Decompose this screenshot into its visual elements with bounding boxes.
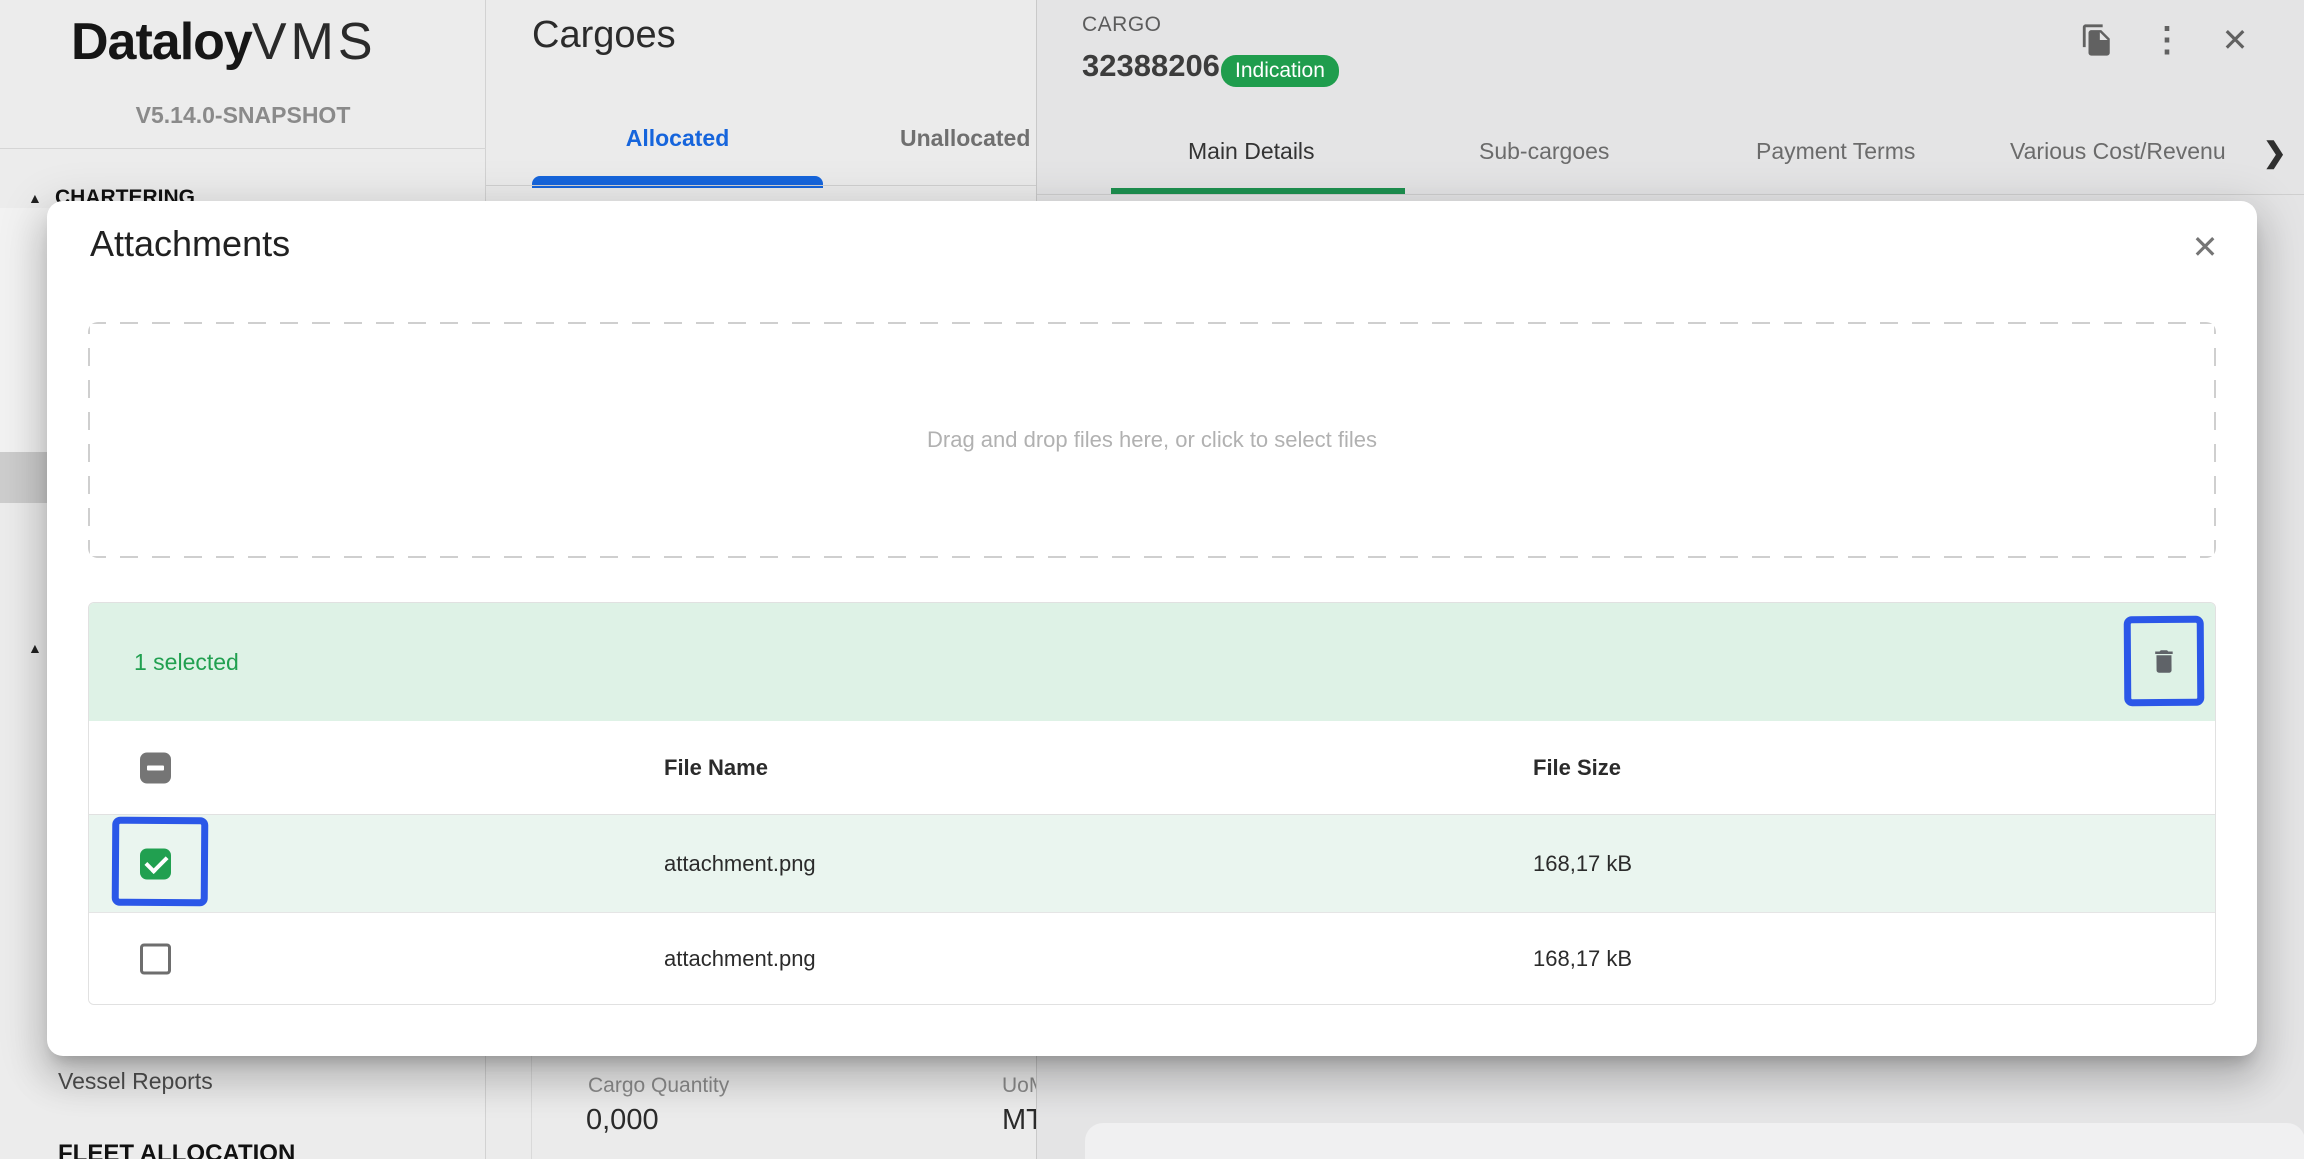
trash-icon — [2149, 644, 2179, 677]
panel-close-button[interactable]: ✕ — [2213, 18, 2257, 62]
logo-secondary: VMS — [252, 13, 377, 71]
selection-count: 1 selected — [134, 649, 239, 676]
tab-sub-cargoes[interactable]: Sub-cargoes — [1479, 138, 1609, 165]
delete-annotation-highlight — [2124, 616, 2205, 707]
tabs-divider — [1037, 194, 2304, 195]
detail-card — [1085, 1123, 2304, 1159]
tab-payment-terms[interactable]: Payment Terms — [1756, 138, 1915, 165]
status-badge: Indication — [1221, 55, 1339, 87]
table-row[interactable]: attachment.png 168,17 kB — [89, 815, 2215, 913]
attachments-table: 1 selected File Name File Size attachmen… — [88, 602, 2216, 1005]
file-name-cell: attachment.png — [664, 851, 816, 877]
file-name-cell: attachment.png — [664, 946, 816, 972]
tab-allocated-indicator — [532, 176, 823, 188]
copy-button[interactable] — [2075, 18, 2119, 62]
tab-unallocated[interactable]: Unallocated — [900, 125, 1030, 152]
uom-value[interactable]: MT — [1002, 1104, 1036, 1137]
app-screen: DataloyVMS V5.14.0-SNAPSHOT ▲ CHARTERING… — [0, 0, 2304, 1159]
cargo-quantity-label: Cargo Quantity — [588, 1074, 729, 1098]
file-size-cell: 168,17 kB — [1533, 851, 1632, 877]
sidebar-section-fleet-allocation[interactable]: FLEET ALLOCATION — [58, 1140, 295, 1159]
collapse-arrow-icon[interactable]: ▲ — [28, 640, 42, 656]
table-row[interactable]: attachment.png 168,17 kB — [89, 913, 2215, 1005]
attachments-dialog: Attachments ✕ Drag and drop files here, … — [47, 201, 2257, 1056]
tab-allocated[interactable]: Allocated — [532, 125, 823, 152]
uom-label: UoM — [1002, 1074, 1036, 1098]
app-logo: DataloyVMS — [71, 12, 377, 72]
collapse-arrow-icon[interactable]: ▲ — [28, 190, 42, 206]
select-all-checkbox[interactable] — [140, 752, 171, 783]
close-icon: ✕ — [2222, 24, 2249, 56]
cargo-id: 32388206 — [1082, 48, 1220, 84]
tab-main-details[interactable]: Main Details — [1188, 138, 1315, 165]
form-border — [531, 1056, 532, 1159]
logo-primary: Dataloy — [71, 13, 252, 71]
tabs-divider — [486, 185, 1036, 186]
column-header-file-name: File Name — [664, 755, 768, 781]
file-dropzone[interactable]: Drag and drop files here, or click to se… — [88, 322, 2216, 558]
cargo-eyebrow: CARGO — [1082, 13, 1162, 37]
column-header-file-size: File Size — [1533, 755, 1621, 781]
selection-toolbar: 1 selected — [89, 603, 2215, 721]
delete-button[interactable] — [2149, 644, 2179, 677]
dialog-title: Attachments — [90, 223, 290, 265]
dialog-close-button[interactable]: ✕ — [2183, 225, 2227, 269]
more-menu-button[interactable]: ⋮ — [2145, 18, 2189, 62]
row-checkbox[interactable] — [140, 944, 171, 975]
copy-icon — [2080, 22, 2114, 58]
close-icon: ✕ — [2192, 228, 2219, 266]
page-title: Cargoes — [532, 14, 676, 57]
sidebar-divider — [0, 148, 486, 149]
app-version: V5.14.0-SNAPSHOT — [0, 102, 486, 129]
chevron-right-icon[interactable]: ❯ — [2263, 136, 2286, 169]
more-vertical-icon: ⋮ — [2150, 23, 2184, 57]
file-size-cell: 168,17 kB — [1533, 946, 1632, 972]
cargo-quantity-value[interactable]: 0,000 — [586, 1104, 659, 1137]
table-header-row: File Name File Size — [89, 721, 2215, 815]
sidebar-item-vessel-reports[interactable]: Vessel Reports — [58, 1068, 213, 1095]
row-checkbox[interactable] — [140, 848, 171, 879]
tab-various-cost-revenue[interactable]: Various Cost/Revenu — [2010, 138, 2258, 165]
dropzone-hint: Drag and drop files here, or click to se… — [927, 427, 1377, 453]
